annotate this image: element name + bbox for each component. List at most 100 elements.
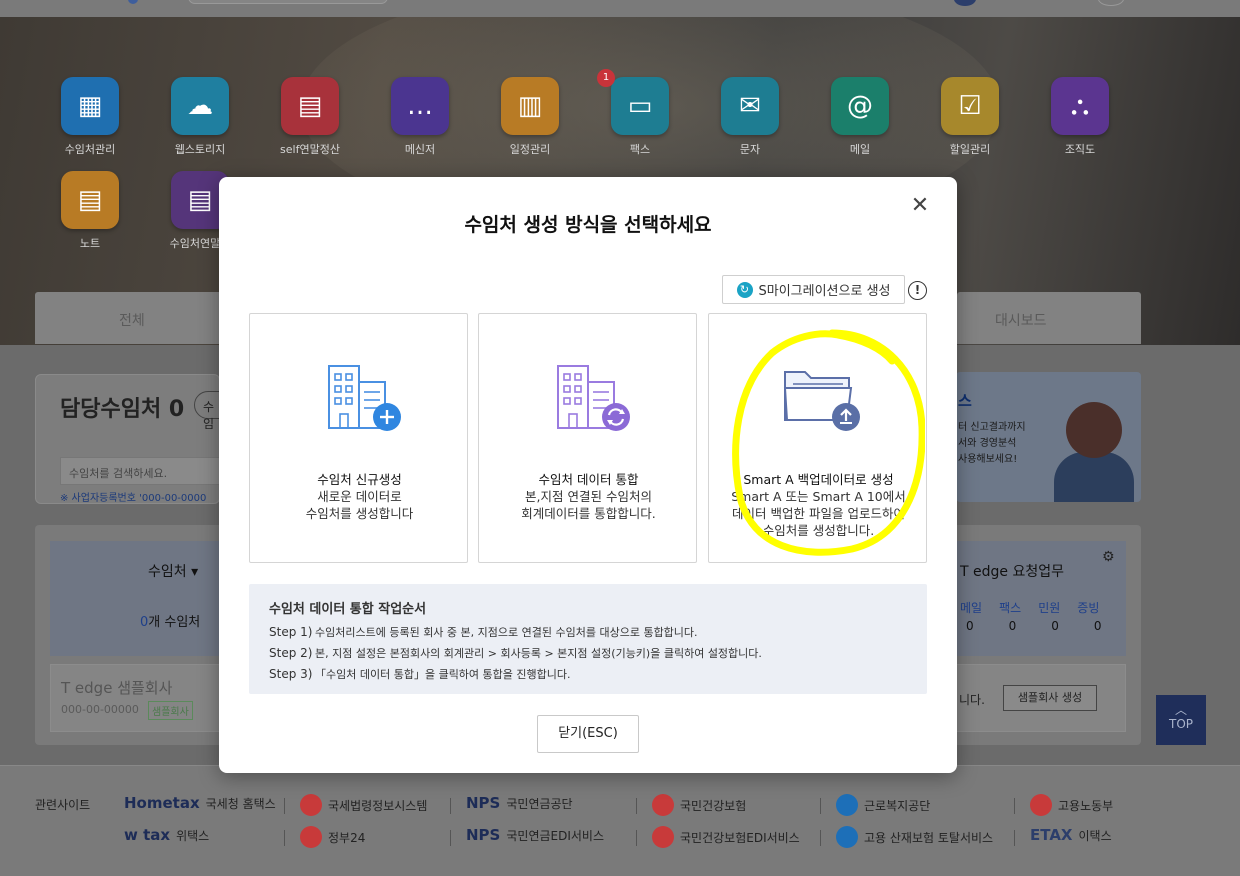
app-building[interactable]: ▦ 수임처관리 xyxy=(30,77,150,157)
footer-site-link[interactable]: 국세법령정보시스템 xyxy=(300,794,427,816)
app-org-chart[interactable]: ⛬ 조직도 xyxy=(1020,77,1140,157)
footer-site-link[interactable]: 고용 산재보험 토탈서비스 xyxy=(836,826,993,848)
assigned-clients-panel: 담당수임처 0 수임 수임처를 검색하세요. ※ 사업자등록번호 '000-00… xyxy=(35,374,235,504)
request-tasks-title: T edge 요청업무 xyxy=(960,564,1064,580)
fax-icon: ▭ xyxy=(611,77,669,135)
sample-company-biz-no: 000-00-00000 xyxy=(61,703,139,716)
footer-site-link[interactable]: 국민건강보험EDI서비스 xyxy=(652,826,800,848)
merge-data-card[interactable]: 수임처 데이터 통합 본,지점 연결된 수임처의 회계데이터를 통합합니다. xyxy=(478,313,697,563)
app-label: self연말정산 xyxy=(280,143,340,156)
site-emblem-icon xyxy=(1030,794,1052,816)
banner-person-icon xyxy=(1066,402,1122,458)
footer-site-link[interactable]: Hometax 국세청 홈택스 xyxy=(124,794,276,812)
client-count-card: 수임처 ▾ 0개 수임처 xyxy=(50,541,220,656)
sample-company-tag: 샘플회사 xyxy=(148,701,193,720)
footer-site-link[interactable]: NPS 국민연금EDI서비스 xyxy=(466,826,604,844)
header-search-bar[interactable] xyxy=(188,0,388,4)
request-category[interactable]: 메일 xyxy=(960,599,982,616)
create-sample-company-button[interactable]: 샘플회사 생성 xyxy=(1003,685,1097,711)
site-name: 정부24 xyxy=(328,830,366,845)
info-icon[interactable]: ! xyxy=(908,281,927,300)
app-tax-document[interactable]: ▤ self연말정산 xyxy=(250,77,370,157)
app-label: 수임처관리 xyxy=(64,143,116,156)
request-category[interactable]: 증빙 xyxy=(1077,599,1099,616)
nps-logo: NPS xyxy=(466,826,501,844)
tab-all[interactable]: 전체 xyxy=(35,292,245,344)
footer-divider xyxy=(450,830,451,846)
app-chat-bubble[interactable]: … 메신저 xyxy=(360,77,480,157)
site-name: 국세청 홈택스 xyxy=(205,796,276,811)
app-calendar[interactable]: ▥ 일정관리 xyxy=(470,77,590,157)
new-client-desc: 새로운 데이터로 수임처를 생성합니다 xyxy=(305,489,414,521)
app-cloud-storage[interactable]: ☁ 웹스토리지 xyxy=(140,77,260,157)
site-name: 이택스 xyxy=(1078,828,1112,843)
client-search-input[interactable]: 수임처를 검색하세요. xyxy=(60,457,235,485)
smarta-backup-card[interactable]: Smart A 백업데이터로 생성 Smart A 또는 Smart A 10에… xyxy=(708,313,927,563)
folder-upload-icon xyxy=(783,371,860,431)
tab-dashboard[interactable]: 대시보드 xyxy=(957,292,1141,344)
footer-divider xyxy=(1014,830,1015,846)
footer-site-link[interactable]: NPS 국민연금공단 xyxy=(466,794,573,812)
app-mail[interactable]: @ 메일 xyxy=(800,77,920,157)
merge-guide-box: 수임처 데이터 통합 작업순서 Step 1) 수임처리스트에 등록된 회사 중 … xyxy=(249,584,927,694)
user-avatar[interactable] xyxy=(954,0,976,6)
site-logo: Hometax xyxy=(124,794,200,812)
tab-dashboard-label: 대시보드 xyxy=(995,313,1047,329)
new-client-card[interactable]: 수임처 신규생성 새로운 데이터로 수임처를 생성합니다 xyxy=(249,313,468,563)
client-dropdown[interactable]: 수임처 ▾ xyxy=(148,561,198,581)
request-count: 0 xyxy=(1051,619,1059,633)
app-sms[interactable]: ✉ 문자 xyxy=(690,77,810,157)
building-plus-icon xyxy=(328,365,401,431)
settings-button[interactable] xyxy=(1098,0,1124,6)
banner-text: 터 신고결과까지 서와 경영분석 사용해보세요! xyxy=(958,422,1026,465)
etax-logo: ETAX xyxy=(1030,826,1073,844)
footer: 관련사이트 xyxy=(0,765,1240,876)
note-icon: ▤ xyxy=(61,171,119,229)
footer-divider xyxy=(636,798,637,814)
top-header xyxy=(0,0,1240,17)
footer-site-link[interactable]: ETAX 이택스 xyxy=(1030,826,1112,844)
building-icon: ▦ xyxy=(61,77,119,135)
footer-divider xyxy=(820,830,821,846)
merge-data-title: 수임처 데이터 통합 xyxy=(538,472,639,487)
merge-data-desc: 본,지점 연결된 수임처의 회계데이터를 통합합니다. xyxy=(521,489,656,521)
create-client-modal: 수임처 생성 방식을 선택하세요 ✕ ↻ S마이그레이션으로 생성 ! 수임처 … xyxy=(219,177,957,773)
footer-divider xyxy=(284,830,285,846)
app-label: 조직도 xyxy=(1064,143,1096,156)
close-button[interactable]: 닫기(ESC) xyxy=(537,715,639,753)
request-tasks-card: T edge 요청업무 ⚙ 메일 팩스 민원 증빙 0 0 0 0 xyxy=(956,541,1126,656)
request-counts: 0 0 0 0 xyxy=(966,619,1102,633)
request-category[interactable]: 팩스 xyxy=(999,599,1021,616)
scroll-top-button[interactable]: ︿ TOP xyxy=(1156,695,1206,745)
footer-divider xyxy=(450,798,451,814)
footer-site-link[interactable]: 정부24 xyxy=(300,826,365,848)
app-note[interactable]: ▤ 노트 xyxy=(30,171,150,251)
footer-site-link[interactable]: 국민건강보험 xyxy=(652,794,746,816)
footer-site-link[interactable]: w tax 위택스 xyxy=(124,826,209,844)
s-migration-button[interactable]: ↻ S마이그레이션으로 생성 xyxy=(722,275,905,304)
app-checklist[interactable]: ☑ 할일관리 xyxy=(910,77,1030,157)
mail-icon: @ xyxy=(831,77,889,135)
cloud-storage-icon: ☁ xyxy=(171,77,229,135)
site-name: 고용 산재보험 토탈서비스 xyxy=(864,830,994,845)
calendar-icon: ▥ xyxy=(501,77,559,135)
client-count: 0개 수임처 xyxy=(140,615,201,630)
request-category[interactable]: 민원 xyxy=(1038,599,1060,616)
site-name: 위택스 xyxy=(176,828,210,843)
app-label: 팩스 xyxy=(629,143,651,156)
gear-icon[interactable]: ⚙ xyxy=(1102,549,1115,565)
promo-banner[interactable]: 스 터 신고결과까지 서와 경영분석 사용해보세요! xyxy=(956,372,1141,502)
footer-site-link[interactable]: 고용노동부 xyxy=(1030,794,1113,816)
app-label: 일정관리 xyxy=(509,143,551,156)
site-name: 국민연금EDI서비스 xyxy=(506,828,605,843)
app-label: 메일 xyxy=(849,143,871,156)
footer-site-link[interactable]: 근로복지공단 xyxy=(836,794,930,816)
site-emblem-icon xyxy=(300,794,322,816)
close-icon[interactable]: ✕ xyxy=(909,195,931,217)
site-emblem-icon xyxy=(300,826,322,848)
app-fax[interactable]: ▭ 팩스 xyxy=(580,77,700,157)
footer-divider xyxy=(820,798,821,814)
sample-company-name: T edge 샘플회사 xyxy=(61,679,173,697)
sample-company-row[interactable]: T edge 샘플회사 000-00-00000 샘플회사 xyxy=(50,664,220,732)
checklist-icon: ☑ xyxy=(941,77,999,135)
